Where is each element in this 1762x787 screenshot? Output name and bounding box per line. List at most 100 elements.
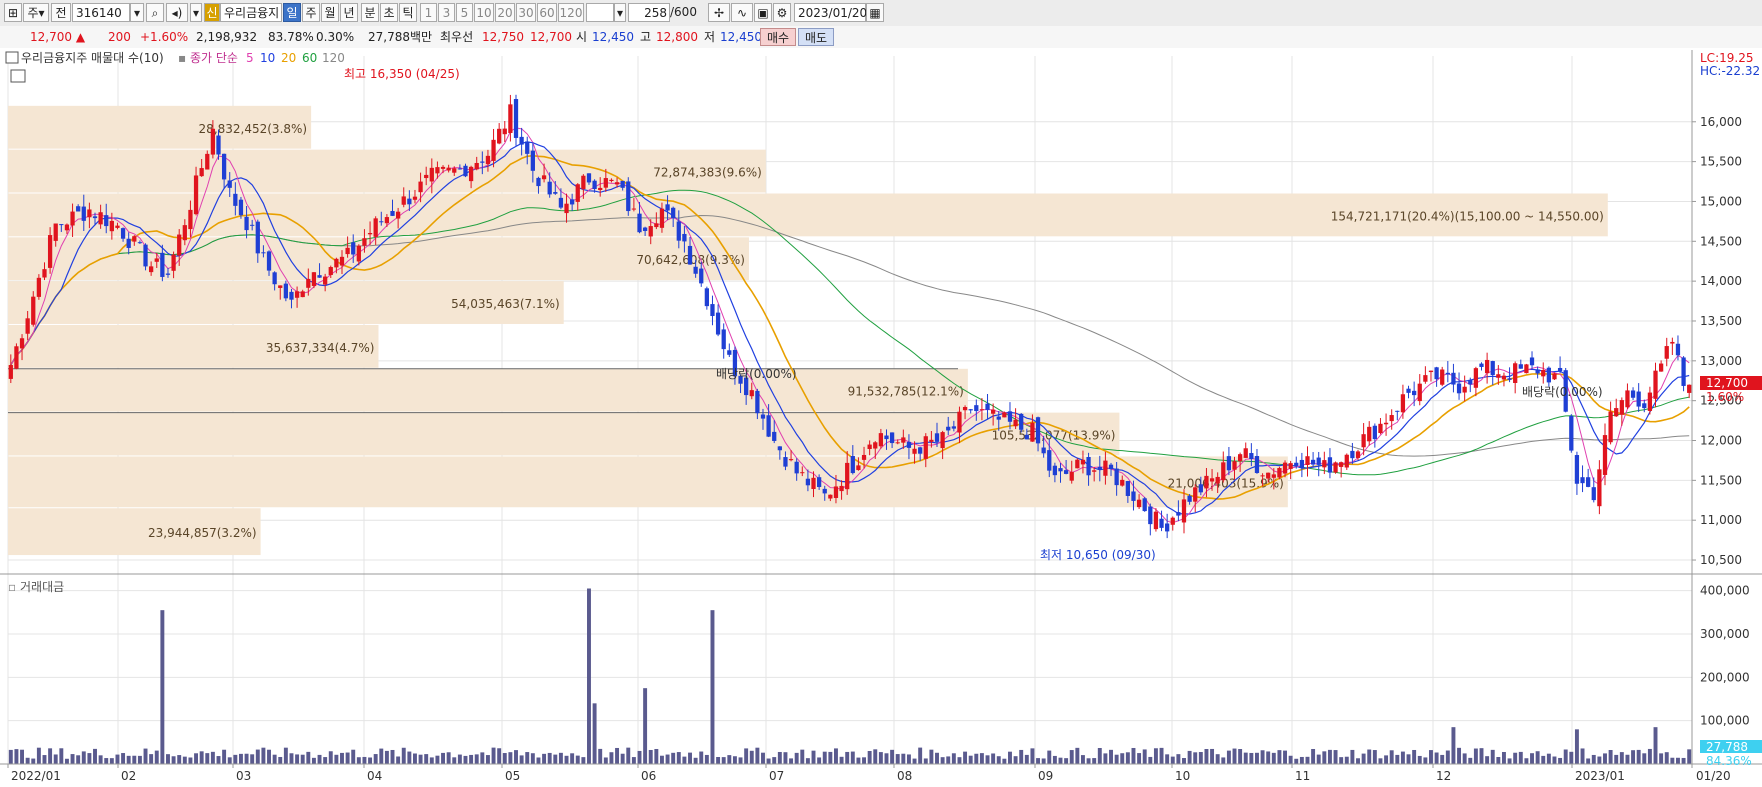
volume-bar-153 [867,751,872,764]
volume-bar-235 [1327,749,1332,764]
volume-bar-59 [340,752,344,764]
settings-grid-icon[interactable] [10,69,26,83]
volume-bar-233 [1316,754,1321,764]
interval-30[interactable]: 30 [516,3,536,22]
candle-body-86 [491,139,496,161]
candle-body-65 [373,218,378,237]
ma-legend-label: 종가 단순 [190,51,238,65]
volume-bar-27 [160,610,165,764]
candle-body-293 [1653,370,1658,399]
volume-bar-284 [1603,753,1607,764]
buy-button[interactable]: 매수 [760,28,796,46]
candle-body-136 [772,431,777,441]
candle-body-77 [440,166,446,169]
interval-1[interactable]: 1 [420,3,437,22]
volume-bar-209 [1182,758,1186,764]
tab-week[interactable]: 주 [302,3,320,22]
volume-bar-54 [311,757,316,764]
tab-tick[interactable]: 틱 [399,3,417,22]
tab-minute[interactable]: 분 [361,3,379,22]
candle-body-270 [1524,364,1529,374]
period-select[interactable]: 주▾ [23,3,49,22]
tab-month[interactable]: 월 [321,3,339,22]
candle-body-194 [1097,466,1102,470]
save-icon[interactable]: ▣ [754,3,772,22]
candle-body-150 [850,456,855,474]
crosshair-icon[interactable]: ✢ [708,3,730,22]
interval-60[interactable]: 60 [537,3,557,22]
candle-body-228 [1288,463,1293,469]
search-icon[interactable]: ⌕ [146,3,164,22]
candle-body-52 [300,291,305,298]
tab-day[interactable]: 일 [283,3,301,22]
volume-bar-106 [603,757,608,764]
candle-body-173 [979,409,985,411]
candle-body-10 [64,224,70,231]
volume-bar-171 [968,755,973,764]
candle-body-283 [1597,469,1602,507]
tab-year[interactable]: 년 [340,3,358,22]
y-tick-label-0: 16,000 [1700,115,1742,129]
low-label: 저 [704,30,716,44]
volume-bar-245 [1384,755,1389,764]
volume-bar-179 [1013,756,1018,764]
candle-body-271 [1529,357,1535,366]
candle-body-16 [98,212,103,225]
gear-icon[interactable]: ⚙ [773,3,791,22]
volume-bar-241 [1361,753,1366,764]
volume-bar-155 [878,752,883,764]
interval-20[interactable]: 20 [495,3,515,22]
candle-body-278 [1569,415,1574,451]
tab-second[interactable]: 초 [380,3,398,22]
volume-bar-60 [345,752,350,764]
interval-120[interactable]: 120 [558,3,584,22]
volume-bar-143 [811,750,816,764]
draw-tool-icon[interactable]: ∿ [731,3,753,22]
candle-body-238 [1344,454,1349,468]
volume-bar-296 [1670,757,1675,764]
ma-legend-60: 60 [302,51,317,65]
volume-bar-68 [390,749,395,764]
candle-body-161 [912,448,917,454]
interval-5[interactable]: 5 [456,3,473,22]
custom-interval-input[interactable] [586,3,614,22]
volume-bar-169 [957,757,962,764]
volume-bar-99 [564,755,569,764]
volume-bar-147 [834,748,838,764]
interval-3[interactable]: 3 [438,3,455,22]
volume-bar-79 [452,757,457,764]
volume-bar-95 [542,753,547,764]
volume-bar-88 [502,753,507,764]
candle-body-244 [1378,423,1383,434]
stock-chart[interactable]: 23,944,857(3.2%)21,006,403(15.9%)105,532… [0,48,1762,787]
speaker-dropdown-icon[interactable]: ▾ [190,3,202,22]
volume-bar-217 [1226,750,1231,764]
candle-body-49 [283,283,288,299]
interval-10[interactable]: 10 [474,3,494,22]
custom-interval-dropdown-icon[interactable]: ▾ [614,3,626,22]
date-input[interactable]: 2023/01/20 [794,3,867,22]
calendar-icon[interactable]: ▦ [866,3,884,22]
volume-bar-52 [300,754,305,764]
volume-bar-176 [996,756,1001,764]
candle-body-95 [541,175,547,180]
count-input[interactable]: 258 [628,3,670,22]
view-toggle[interactable]: 전 [51,3,71,22]
speaker-icon[interactable]: ◂) [166,3,188,22]
window-menu-icon[interactable]: ⊞ [4,3,22,22]
volume-bar-282 [1591,754,1596,764]
volume-bar-33 [194,753,199,764]
x-tick-label-13: 01/20 [1696,769,1731,783]
candle-body-203 [1148,506,1153,525]
volume-bar-291 [1642,753,1647,764]
volume-bar-213 [1204,749,1209,764]
code-dropdown-icon[interactable]: ▾ [130,3,144,22]
sell-button[interactable]: 매도 [798,28,834,46]
candle-body-51 [294,291,300,298]
code-input[interactable]: 316140 [72,3,130,22]
candle-body-120 [682,233,687,242]
candle-body-91 [519,136,524,145]
candle-body-79 [452,168,457,173]
candle-body-177 [1002,412,1007,418]
candle-body-237 [1339,462,1344,467]
